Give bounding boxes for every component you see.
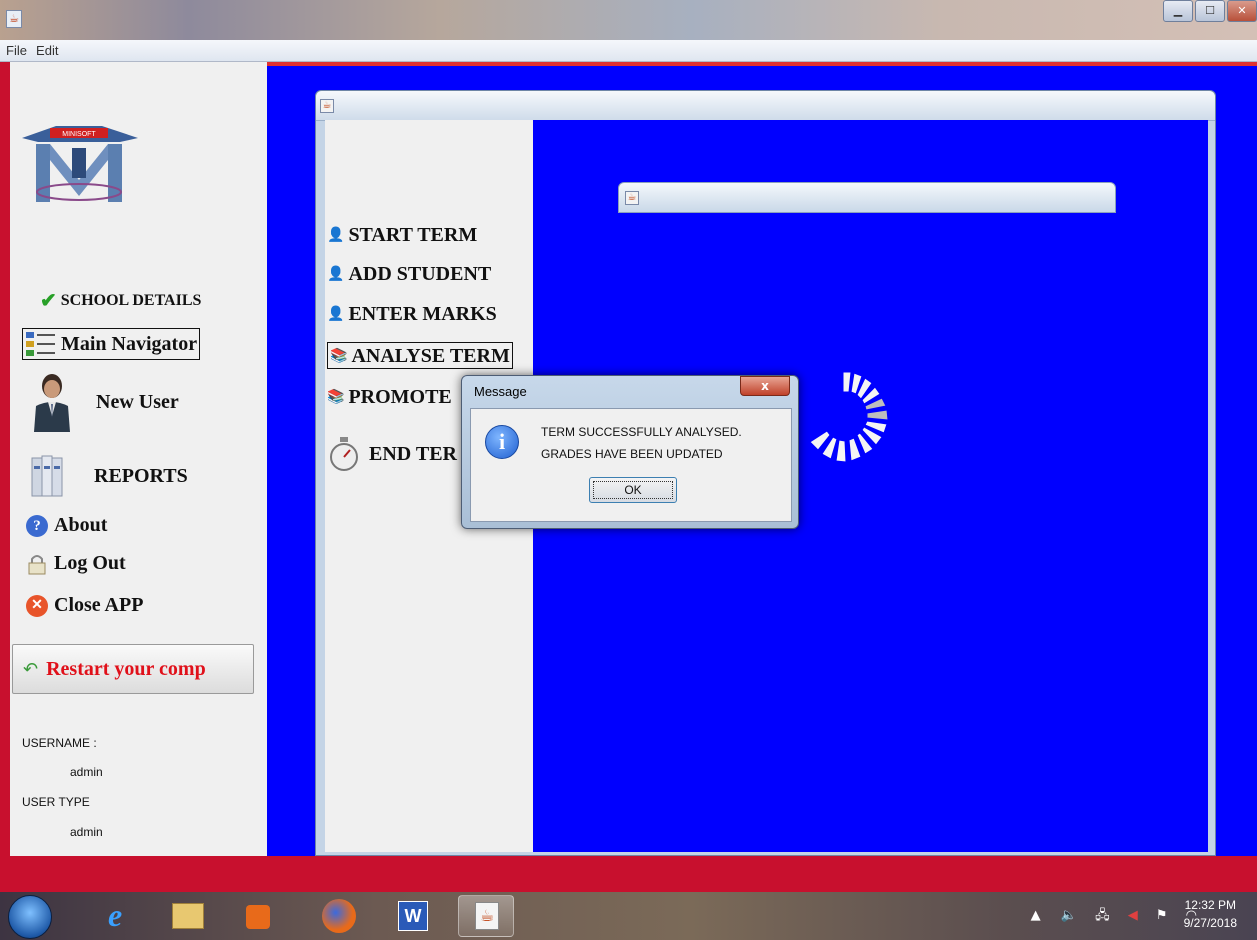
java-icon: ☕ <box>625 191 639 205</box>
action-center-flag-icon[interactable]: ⚑ <box>1156 908 1168 923</box>
java-taskbar-icon[interactable]: ☕ <box>458 895 514 937</box>
folder-taskbar-icon[interactable] <box>160 895 216 937</box>
minimize-button[interactable]: ▁ <box>1163 0 1193 22</box>
clock-date: 9/27/2018 <box>1183 916 1237 930</box>
log-out-item[interactable]: Log Out <box>26 552 126 575</box>
lock-icon <box>28 554 46 574</box>
new-user-label: New User <box>96 390 179 413</box>
help-question-icon: ? <box>26 514 48 537</box>
analyse-term-item[interactable]: 📚 ANALYSE TERM <box>327 342 513 369</box>
message-dialog: Message x i TERM SUCCESSFULLY ANALYSED. … <box>461 375 799 529</box>
internal-frame-titlebar[interactable]: ☕ <box>316 91 1215 121</box>
word-taskbar-icon[interactable]: W <box>384 895 440 937</box>
close-app-item[interactable]: ✕ Close APP <box>26 594 143 617</box>
system-tray: ▲ 🔈 🖧 ◀ ⚑ ◠ <box>1031 906 1197 928</box>
logo-text: MINISOFT <box>62 131 96 138</box>
user-type-value: admin <box>70 825 103 839</box>
school-details-item[interactable]: ✔ SCHOOL DETAILS <box>40 288 201 313</box>
sidebar: MINISOFT ✔ SCHOOL DETAILS Main Navigator… <box>10 62 267 856</box>
reports-item[interactable]: REPORTS <box>30 454 188 498</box>
dialog-message-line1: TERM SUCCESSFULLY ANALYSED. <box>541 425 742 439</box>
books-icon: 📚 <box>330 349 348 364</box>
close-window-button[interactable]: ✕ <box>1227 0 1257 22</box>
log-out-label: Log Out <box>54 552 126 574</box>
window-titlebar: ☕ ▁ ☐ ✕ <box>0 0 1257 40</box>
books-icon: 📚 <box>327 390 345 405</box>
volume-icon[interactable]: ◀ <box>1128 908 1138 923</box>
checkmark-icon: ✔ <box>40 290 57 312</box>
username-value: admin <box>70 765 103 779</box>
network-icon[interactable]: 🖧 <box>1095 908 1110 923</box>
start-button[interactable] <box>8 895 52 939</box>
person-icon: 👤 <box>327 228 345 243</box>
ok-button[interactable]: OK <box>589 477 677 503</box>
person-icon: 👤 <box>327 267 345 282</box>
loading-spinner-icon <box>809 371 889 463</box>
person-icon: 👤 <box>327 307 345 322</box>
end-term-label: END TER <box>369 442 457 465</box>
promote-label: PROMOTE <box>348 386 452 408</box>
about-item[interactable]: ? About <box>26 514 107 537</box>
window-controls: ▁ ☐ ✕ <box>1161 0 1257 28</box>
clock[interactable]: 12:32 PM 9/27/2018 <box>1184 896 1237 932</box>
taskbar: e W ☕ ▲ 🔈 🖧 ◀ ⚑ ◠ 12:32 PM 9/27/2018 <box>0 892 1257 940</box>
close-app-label: Close APP <box>54 594 144 616</box>
menubar: File Edit <box>0 40 1257 62</box>
start-term-label: START TERM <box>348 224 478 246</box>
new-user-item[interactable]: New User <box>30 372 179 432</box>
enter-marks-item[interactable]: 👤 ENTER MARKS <box>327 303 497 326</box>
school-details-label: SCHOOL DETAILS <box>60 291 202 309</box>
maximize-button[interactable]: ☐ <box>1195 0 1225 22</box>
close-x-icon: ✕ <box>26 594 48 617</box>
menu-file[interactable]: File <box>6 43 27 58</box>
user-type-label: USER TYPE <box>22 795 90 809</box>
promote-item[interactable]: 📚 PROMOTE <box>327 386 452 409</box>
stopwatch-icon <box>330 437 358 471</box>
start-term-item[interactable]: 👤 START TERM <box>327 224 477 247</box>
clock-time: 12:32 PM <box>1184 898 1236 912</box>
add-student-label: ADD STUDENT <box>348 263 492 285</box>
reports-label: REPORTS <box>94 464 188 487</box>
about-label: About <box>54 514 108 536</box>
enter-marks-label: ENTER MARKS <box>348 303 497 325</box>
java-icon: ☕ <box>320 99 334 113</box>
restart-button[interactable]: ↶ Restart your comp <box>12 644 254 694</box>
user-avatar-icon <box>34 374 70 432</box>
analyse-term-label: ANALYSE TERM <box>351 345 510 367</box>
info-icon: i <box>485 425 519 459</box>
end-term-item[interactable]: END TER <box>327 436 457 472</box>
show-hidden-icons-icon[interactable]: ▲ <box>1031 908 1041 923</box>
reports-books-icon <box>31 455 63 497</box>
minisoft-logo: MINISOFT <box>22 126 138 202</box>
username-label: USERNAME : <box>22 736 97 750</box>
main-navigator-item[interactable]: Main Navigator <box>22 328 201 360</box>
main-navigator-label: Main Navigator <box>61 332 198 355</box>
speaker-icon[interactable]: 🔈 <box>1061 908 1077 923</box>
ie-taskbar-icon[interactable]: e <box>92 895 148 937</box>
progress-internal-frame[interactable]: ☕ <box>618 182 1116 213</box>
add-student-item[interactable]: 👤 ADD STUDENT <box>327 263 491 286</box>
media-taskbar-icon[interactable] <box>232 895 288 937</box>
firefox-taskbar-icon[interactable] <box>310 895 366 937</box>
dialog-body: i TERM SUCCESSFULLY ANALYSED. GRADES HAV… <box>470 408 792 522</box>
dialog-message-line2: GRADES HAVE BEEN UPDATED <box>541 447 723 461</box>
menu-edit[interactable]: Edit <box>36 43 58 58</box>
dialog-title: Message <box>474 384 527 399</box>
dialog-close-button[interactable]: x <box>740 376 790 396</box>
java-app-icon: ☕ <box>6 10 22 28</box>
restart-arrow-icon: ↶ <box>23 658 39 680</box>
restart-label: Restart your comp <box>46 657 206 680</box>
navigator-list-icon <box>26 332 55 356</box>
